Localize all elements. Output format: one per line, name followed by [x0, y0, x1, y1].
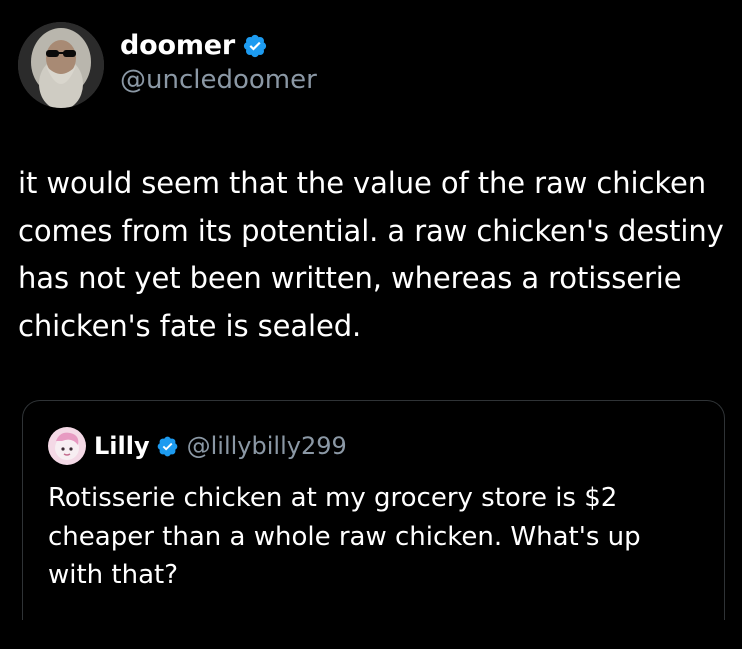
quoted-author-avatar[interactable] — [48, 427, 86, 465]
quoted-tweet-header: Lilly @lillybilly299 — [48, 427, 347, 465]
verified-badge-icon — [156, 435, 179, 458]
author-handle[interactable]: @uncledoomer — [120, 65, 317, 95]
quoted-tweet-body-text: Rotisserie chicken at my grocery store i… — [48, 483, 641, 590]
author-display-name[interactable]: doomer — [120, 30, 235, 61]
author-names: doomer @uncledoomer — [120, 30, 317, 95]
display-name-row: doomer — [120, 30, 317, 61]
tweet-body-text: it would seem that the value of the raw … — [18, 166, 724, 343]
verified-badge-icon — [242, 33, 268, 59]
quote-bottom-fade — [23, 590, 724, 620]
quoted-author-handle[interactable]: @lillybilly299 — [187, 432, 347, 460]
tweet-header: doomer @uncledoomer — [18, 22, 317, 108]
quoted-author-display-name[interactable]: Lilly — [94, 432, 150, 460]
quoted-tweet-card[interactable]: Lilly @lillybilly299 Rotisserie chicken … — [22, 400, 725, 620]
author-avatar[interactable] — [18, 22, 104, 108]
